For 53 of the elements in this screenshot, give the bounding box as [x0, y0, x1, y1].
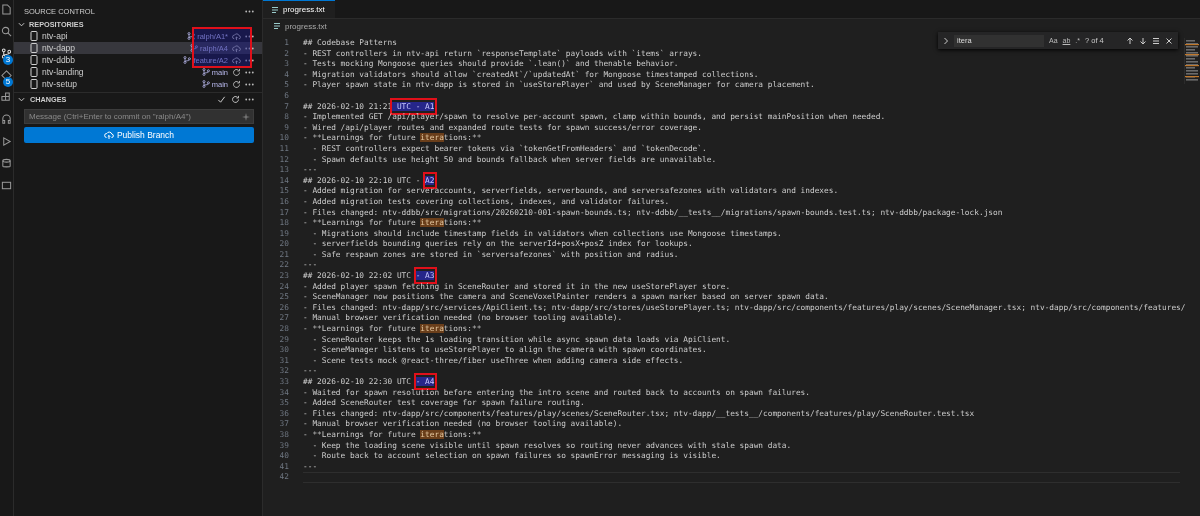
repository-name: ntv-api — [42, 31, 69, 41]
cloud-upload-icon[interactable] — [232, 55, 241, 65]
refresh-icon[interactable] — [231, 94, 240, 104]
arrow-up-icon[interactable] — [1126, 36, 1134, 45]
sparkle-icon[interactable] — [242, 112, 250, 121]
branch-icon — [201, 68, 210, 76]
more-icon[interactable] — [245, 9, 254, 13]
more-icon[interactable] — [245, 46, 254, 50]
cloud-upload-icon[interactable] — [232, 31, 241, 41]
branch-icon — [183, 56, 192, 64]
chevron-icon[interactable] — [18, 95, 25, 103]
refresh-icon[interactable] — [232, 79, 241, 89]
cloud-upload-icon — [103, 130, 114, 140]
branch-icon — [190, 44, 199, 52]
cloud-upload-icon[interactable] — [232, 43, 241, 53]
more-icon[interactable] — [245, 70, 254, 74]
arrow-down-icon[interactable] — [1139, 36, 1147, 45]
branch-changes-icon — [187, 32, 196, 40]
repository-name: ntv-setup — [42, 79, 78, 89]
branch-icon — [201, 80, 210, 88]
more-icon[interactable] — [245, 58, 254, 62]
search-icon — [1, 26, 12, 37]
blocks-icon — [1, 92, 12, 103]
minimap-drawing — [1184, 38, 1199, 84]
square-icon — [1, 180, 12, 191]
activity-item[interactable]: 3 — [0, 48, 13, 65]
check-icon[interactable] — [217, 94, 226, 104]
repository-name: ntv-landing — [42, 67, 85, 77]
more-icon[interactable] — [245, 97, 254, 101]
play-icon — [1, 136, 12, 147]
repository-name: ntv-dapp — [42, 43, 77, 53]
cylinder-icon — [1, 158, 12, 169]
editor-tab[interactable]: progress.txt — [263, 0, 335, 18]
activity-item[interactable]: 5 — [0, 70, 13, 87]
lines-icon — [273, 22, 281, 30]
more-icon[interactable] — [245, 82, 254, 86]
commit-message-field[interactable]: Message (Ctrl+Enter to commit on "ralph/A4") — [24, 109, 254, 124]
chevron-icon[interactable] — [18, 20, 25, 28]
count-badge: 5 — [3, 77, 13, 87]
chevron-icon[interactable] — [943, 36, 949, 45]
refresh-icon[interactable] — [232, 67, 241, 77]
more-icon[interactable] — [245, 34, 254, 38]
branch-icon — [1, 48, 12, 59]
publish-branch-button[interactable]: Publish Branch — [24, 127, 254, 143]
file-icon — [1, 4, 12, 15]
breadcrumb[interactable]: progress.txt — [285, 21, 327, 31]
count-badge: 3 — [3, 55, 13, 65]
diamond-icon — [1, 70, 12, 81]
menu-icon[interactable] — [1152, 36, 1160, 45]
headset-icon — [1, 114, 12, 125]
close-icon[interactable] — [1165, 36, 1173, 45]
repository-name: ntv-ddbb — [42, 55, 77, 65]
lines-icon — [271, 5, 279, 14]
